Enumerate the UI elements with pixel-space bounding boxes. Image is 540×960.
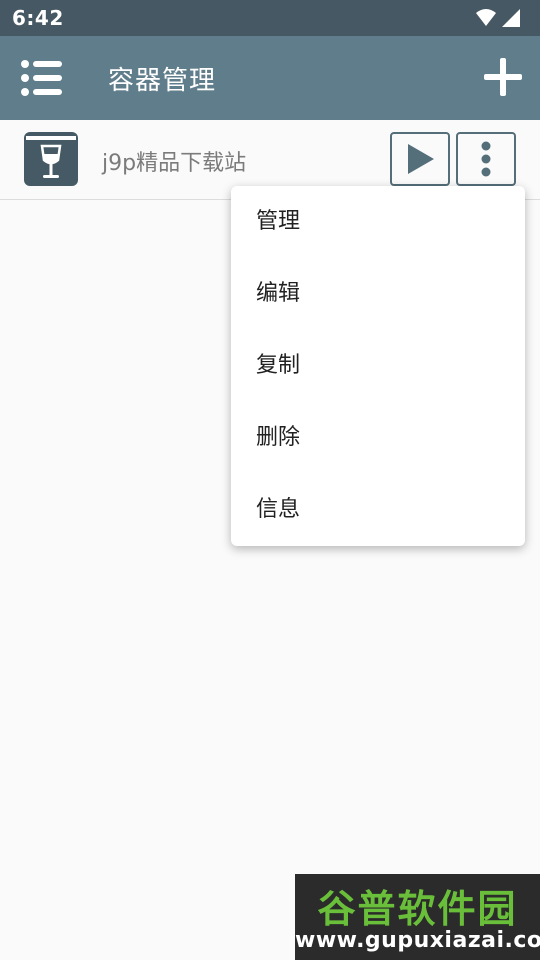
watermark-url: www.gupuxiazai.com [295, 928, 540, 953]
app-toolbar: 容器管理 [0, 36, 540, 120]
menu-item-info[interactable]: 信息 [231, 474, 525, 546]
container-options-menu: 管理 编辑 复制 删除 信息 [231, 186, 525, 546]
watermark: 谷普软件园 www.gupuxiazai.com [295, 874, 540, 960]
container-name: j9p精品下载站 [102, 151, 247, 176]
wine-glass-box-icon [24, 132, 78, 186]
menu-item-manage[interactable]: 管理 [231, 186, 525, 258]
plus-icon [484, 58, 522, 96]
menu-item-edit[interactable]: 编辑 [231, 258, 525, 330]
status-bar: 6:42 [0, 0, 540, 36]
more-options-button[interactable] [456, 132, 516, 186]
play-icon [408, 144, 434, 174]
status-time: 6:42 [12, 6, 64, 30]
watermark-title: 谷普软件园 [317, 887, 518, 931]
list-menu-icon [21, 60, 62, 96]
signal-icon [502, 9, 520, 27]
menu-button[interactable] [20, 58, 64, 98]
page-title: 容器管理 [108, 66, 217, 96]
menu-item-delete[interactable]: 删除 [231, 402, 525, 474]
menu-item-copy[interactable]: 复制 [231, 330, 525, 402]
more-vertical-icon [481, 141, 491, 177]
wifi-icon [476, 9, 496, 26]
status-icons [476, 8, 522, 28]
add-container-button[interactable] [482, 56, 524, 98]
run-container-button[interactable] [390, 132, 450, 186]
